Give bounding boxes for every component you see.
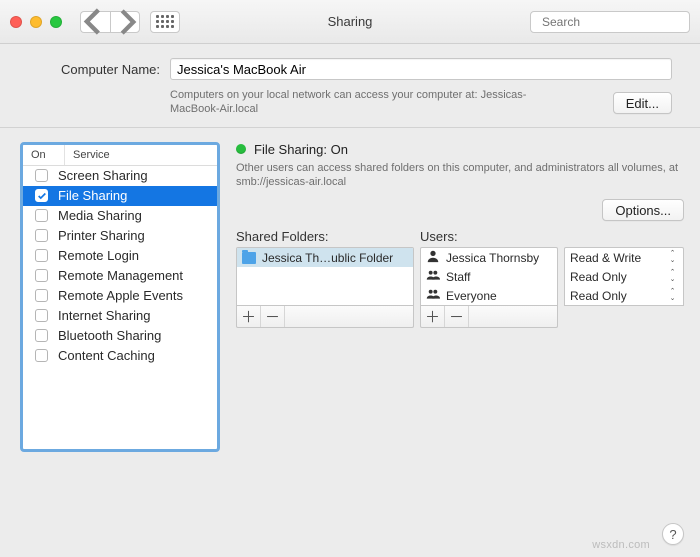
status-text: File Sharing: On xyxy=(254,142,348,157)
service-row-remote-apple-events[interactable]: Remote Apple Events xyxy=(23,286,217,306)
edit-hostname-button[interactable]: Edit... xyxy=(613,92,672,114)
service-checkbox[interactable] xyxy=(35,309,48,322)
service-label: Screen Sharing xyxy=(58,168,148,183)
main-content: On Service Screen Sharing File Sharing Med… xyxy=(0,128,700,549)
remove-user-button[interactable]: － xyxy=(445,306,469,327)
user-name: Staff xyxy=(446,270,470,284)
service-row-file-sharing[interactable]: File Sharing xyxy=(23,186,217,206)
service-checkbox[interactable] xyxy=(35,329,48,342)
titlebar: Sharing xyxy=(0,0,700,44)
column-header-on[interactable]: On xyxy=(23,145,65,165)
service-label: File Sharing xyxy=(58,188,127,203)
permission-stepper[interactable]: ⌃⌄ xyxy=(667,251,678,264)
people-icon xyxy=(426,287,440,304)
service-row-content-caching[interactable]: Content Caching xyxy=(23,346,217,366)
users-toolbar: ＋ － xyxy=(420,306,558,328)
shared-folders-list[interactable]: Jessica Th…ublic Folder xyxy=(236,247,414,306)
add-folder-button[interactable]: ＋ xyxy=(237,306,261,327)
services-column: On Service Screen Sharing File Sharing Med… xyxy=(20,142,220,539)
service-label: Bluetooth Sharing xyxy=(58,328,161,343)
user-name: Jessica Thornsby xyxy=(446,251,539,265)
users-list[interactable]: Jessica Thornsby Staff Everyone xyxy=(420,247,558,306)
service-row-remote-login[interactable]: Remote Login xyxy=(23,246,217,266)
back-button[interactable] xyxy=(80,11,110,33)
service-checkbox[interactable] xyxy=(35,349,48,362)
permission-stepper[interactable]: ⌃⌄ xyxy=(667,289,678,302)
permission-label: Read & Write xyxy=(570,251,661,265)
permission-row[interactable]: Read Only ⌃⌄ xyxy=(565,286,683,305)
forward-button[interactable] xyxy=(110,11,140,33)
zoom-window-button[interactable] xyxy=(50,16,62,28)
detail-column: File Sharing: On Other users can access … xyxy=(236,142,684,539)
add-user-button[interactable]: ＋ xyxy=(421,306,445,327)
tables-row: Shared Folders: Jessica Th…ublic Folder … xyxy=(236,229,684,328)
service-checkbox[interactable] xyxy=(35,269,48,282)
service-label: Remote Apple Events xyxy=(58,288,183,303)
service-row-printer-sharing[interactable]: Printer Sharing xyxy=(23,226,217,246)
permission-row[interactable]: Read Only ⌃⌄ xyxy=(565,267,683,286)
service-checkbox[interactable] xyxy=(35,169,48,182)
search-field[interactable] xyxy=(530,11,690,33)
user-name: Everyone xyxy=(446,289,497,303)
folder-row[interactable]: Jessica Th…ublic Folder xyxy=(237,248,413,267)
user-row[interactable]: Jessica Thornsby xyxy=(421,248,557,267)
service-label: Internet Sharing xyxy=(58,308,151,323)
column-header-service[interactable]: Service xyxy=(65,145,118,165)
help-button[interactable]: ? xyxy=(662,523,684,545)
computer-name-description: Computers on your local network can acce… xyxy=(170,88,572,117)
service-label: Remote Login xyxy=(58,248,139,263)
nav-back-forward xyxy=(80,11,140,33)
remove-folder-button[interactable]: － xyxy=(261,306,285,327)
service-checkbox[interactable] xyxy=(35,189,48,202)
service-checkbox[interactable] xyxy=(35,249,48,262)
permission-label: Read Only xyxy=(570,289,661,303)
service-label: Content Caching xyxy=(58,348,155,363)
service-label: Remote Management xyxy=(58,268,183,283)
shared-folders-title: Shared Folders: xyxy=(236,229,414,244)
computer-name-section: Computer Name: Computers on your local n… xyxy=(0,44,700,128)
options-button[interactable]: Options... xyxy=(602,199,684,221)
services-header: On Service xyxy=(23,145,217,166)
user-row[interactable]: Everyone xyxy=(421,286,557,305)
folder-icon xyxy=(242,252,256,264)
status-indicator-icon xyxy=(236,144,246,154)
users-title: Users: xyxy=(420,229,558,244)
services-list[interactable]: On Service Screen Sharing File Sharing Med… xyxy=(20,142,220,452)
permissions-list[interactable]: Read & Write ⌃⌄ Read Only ⌃⌄ Read Only ⌃⌄ xyxy=(564,247,684,306)
service-checkbox[interactable] xyxy=(35,289,48,302)
permission-label: Read Only xyxy=(570,270,661,284)
close-window-button[interactable] xyxy=(10,16,22,28)
search-input[interactable] xyxy=(542,15,697,29)
service-row-remote-management[interactable]: Remote Management xyxy=(23,266,217,286)
service-label: Media Sharing xyxy=(58,208,142,223)
service-row-screen-sharing[interactable]: Screen Sharing xyxy=(23,166,217,186)
service-checkbox[interactable] xyxy=(35,209,48,222)
status-row: File Sharing: On xyxy=(236,142,684,157)
user-row[interactable]: Staff xyxy=(421,267,557,286)
service-row-bluetooth-sharing[interactable]: Bluetooth Sharing xyxy=(23,326,217,346)
permissions-title xyxy=(564,229,684,244)
computer-name-input[interactable] xyxy=(170,58,672,80)
people-icon xyxy=(426,268,440,285)
minimize-window-button[interactable] xyxy=(30,16,42,28)
shared-folders-toolbar: ＋ － xyxy=(236,306,414,328)
show-all-prefs-button[interactable] xyxy=(150,11,180,33)
service-label: Printer Sharing xyxy=(58,228,145,243)
status-description: Other users can access shared folders on… xyxy=(236,161,684,190)
service-checkbox[interactable] xyxy=(35,229,48,242)
permission-stepper[interactable]: ⌃⌄ xyxy=(667,270,678,283)
computer-name-label: Computer Name: xyxy=(0,62,160,77)
permission-row[interactable]: Read & Write ⌃⌄ xyxy=(565,248,683,267)
folder-name: Jessica Th…ublic Folder xyxy=(262,251,393,265)
person-icon xyxy=(426,249,440,266)
service-row-media-sharing[interactable]: Media Sharing xyxy=(23,206,217,226)
service-row-internet-sharing[interactable]: Internet Sharing xyxy=(23,306,217,326)
